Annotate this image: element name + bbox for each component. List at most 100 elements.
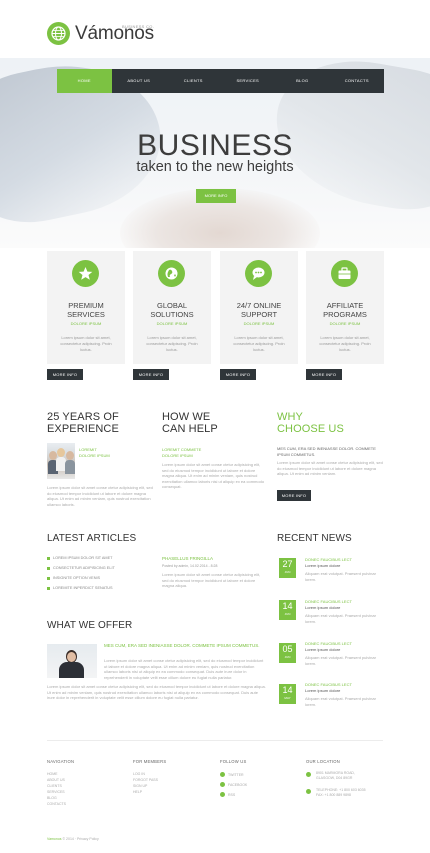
footer-social-link[interactable]: RSS [228, 793, 235, 797]
service-more-info-button[interactable]: MORE INFO [133, 369, 169, 380]
news-date-badge: 05 JUN [279, 643, 296, 663]
nav-item-home[interactable]: HOME [57, 69, 112, 93]
service-description: Lorem ipsum dolor sit amet, consectetur … [233, 335, 285, 352]
service-title: 24/7 ONLINE SUPPORT [236, 301, 282, 319]
article-post-meta: Posted by admin, 14.02.2014 - 8:28 [162, 564, 218, 568]
news-title[interactable]: DONEC FAUCIBUS LECT [305, 682, 352, 687]
team-photo [47, 443, 75, 479]
footer-link[interactable]: BLOG [47, 796, 57, 800]
news-lead: Lorem ipsum dolore [305, 688, 341, 693]
help-heading: HOW WE CAN HELP [162, 411, 218, 435]
main-nav: HOME ABOUT US CLIENTS SERVICES BLOG CONT… [57, 69, 384, 93]
globe-icon [158, 260, 185, 287]
twitter-icon[interactable] [220, 772, 225, 777]
hero-subtitle: taken to the new heights [136, 159, 294, 175]
footer-members-heading: FOR MEMBERS [133, 759, 167, 764]
news-lead: Lorem ipsum dolore [305, 647, 341, 652]
service-card-global: GLOBAL SOLUTIONS DOLORE IPSUM Lorem ipsu… [133, 251, 211, 364]
service-subtitle: DOLORE IPSUM [243, 321, 275, 326]
service-card-premium: PREMIUM SERVICES DOLORE IPSUM Lorem ipsu… [47, 251, 125, 364]
news-title[interactable]: DONEC FAUCIBUS LECT [305, 599, 352, 604]
news-date-badge: 14 JUN [279, 600, 296, 620]
service-title: GLOBAL SOLUTIONS [150, 301, 194, 319]
news-heading: RECENT NEWS [277, 533, 352, 544]
footer-link[interactable]: CLIENTS [47, 784, 62, 788]
footer-link[interactable]: HELP [133, 790, 142, 794]
hero-more-info-button[interactable]: MORE INFO [196, 189, 236, 203]
news-lead: Lorem ipsum dolore [305, 563, 341, 568]
footer-copyright: Vamonos © 2014 · Privacy Policy [47, 837, 99, 841]
why-heading: WHY CHOOSE US [277, 411, 344, 435]
footer-address: 8901 MARMORA ROAD, GLASGOW, D04 89GR [316, 771, 355, 780]
help-subtitle: LOREMIT COMMETE DOLORE IPSUM [162, 447, 202, 458]
nav-item-blog[interactable]: BLOG [275, 69, 330, 93]
phone-icon [306, 789, 311, 794]
news-description: Aliquam erat volutpat. Praesent pulvinar… [305, 655, 376, 666]
nav-item-about[interactable]: ABOUT US [112, 69, 167, 93]
logo-globe-icon[interactable] [47, 22, 70, 45]
footer-link[interactable]: ABOUT US [47, 778, 65, 782]
footer-social-link[interactable]: TWITTER [228, 773, 244, 777]
footer-phone: TELEPHONE: +1 800 603 6035 FAX: +1 800 8… [316, 788, 366, 797]
briefcase-icon [331, 260, 358, 287]
service-card-support: 24/7 ONLINE SUPPORT DOLORE IPSUM Lorem i… [220, 251, 298, 364]
news-description: Aliquam erat volutpat. Praesent pulvinar… [305, 613, 376, 624]
copyright-text: © 2014 · Privacy Policy [61, 837, 99, 841]
hero-title: BUSINESS [137, 129, 293, 162]
help-description: Lorem ipsum dolor sit amet conse ctetur … [162, 462, 265, 489]
article-list-item[interactable]: LOREM IPSUM DOLOR SIT AMET [47, 556, 112, 560]
footer-link[interactable]: SERVICES [47, 790, 65, 794]
news-description: Aliquam erat volutpat. Praesent pulvinar… [305, 571, 376, 582]
article-list-item[interactable]: CONSECTETUR ADIPISICING ELIT [47, 566, 115, 570]
article-post-description: Lorem ipsum dolor sit amet conse ctetur … [162, 572, 261, 588]
article-post-title[interactable]: PHASELLUS FRINGILLA [162, 556, 213, 561]
footer-location-heading: OUR LOCATION [306, 759, 340, 764]
why-subtitle: MES CUM, ERA SED INENIASSE DOLOR. COMMET… [277, 446, 376, 457]
footer-link[interactable]: CONTACTS [47, 802, 66, 806]
why-description: Lorem ipsum dolor sit amet conse ctetur … [277, 460, 383, 476]
news-title[interactable]: DONEC FAUCIBUS LECT [305, 557, 352, 562]
copyright-brand[interactable]: Vamonos [47, 837, 62, 841]
offer-heading: WHAT WE OFFER [47, 620, 133, 631]
map-pin-icon [306, 772, 311, 777]
service-title: AFFILIATE PROGRAMS [323, 301, 367, 319]
facebook-icon[interactable] [220, 782, 225, 787]
service-subtitle: DOLORE IPSUM [156, 321, 188, 326]
offer-description-top: Lorem ipsum dolor sit amet conse ctetur … [104, 658, 264, 680]
nav-item-clients[interactable]: CLIENTS [166, 69, 221, 93]
service-more-info-button[interactable]: MORE INFO [306, 369, 342, 380]
footer-link[interactable]: HOME [47, 772, 58, 776]
news-description: Aliquam erat volutpat. Praesent pulvinar… [305, 696, 376, 707]
experience-heading: 25 YEARS OF EXPERIENCE [47, 411, 119, 435]
footer-navigation-heading: NAVIGATION [47, 759, 75, 764]
news-date-badge: 14 MAY [279, 684, 296, 704]
star-icon [72, 260, 99, 287]
footer-link[interactable]: FORGOT PASS [133, 778, 158, 782]
offer-photo [47, 644, 97, 678]
article-list-item[interactable]: LOREMITE INPERDICT SENATUS [47, 586, 113, 590]
service-description: Lorem ipsum dolor sit amet, consectetur … [146, 335, 198, 352]
news-lead: Lorem ipsum dolore [305, 605, 341, 610]
footer-link[interactable]: SIGN UP [133, 784, 147, 788]
service-subtitle: DOLORE IPSUM [329, 321, 361, 326]
experience-subtitle: LOREMIT DOLORE IPSUM [79, 447, 110, 458]
why-more-info-button[interactable]: MORE INFO [277, 490, 311, 501]
footer-social-link[interactable]: FACEBOOK [228, 783, 247, 787]
logo-text[interactable]: Vámonos [75, 23, 154, 45]
service-description: Lorem ipsum dolor sit amet, consectetur … [60, 335, 112, 352]
footer-follow-heading: FOLLOW US [220, 759, 247, 764]
rss-icon[interactable] [220, 792, 225, 797]
nav-item-contacts[interactable]: CONTACTS [330, 69, 385, 93]
service-more-info-button[interactable]: MORE INFO [47, 369, 83, 380]
chat-icon [245, 260, 272, 287]
offer-subtitle: MES CUM, ERA SED INENIASSE DOLOR. COMMET… [104, 643, 260, 648]
news-title[interactable]: DONEC FAUCIBUS LECT [305, 641, 352, 646]
offer-description: Lorem ipsum dolor sit amet conse ctetur … [47, 684, 266, 700]
nav-item-services[interactable]: SERVICES [221, 69, 276, 93]
article-list-item[interactable]: INSIGNITE OPTION VENIS [47, 576, 100, 580]
service-description: Lorem ipsum dolor sit amet, consectetur … [319, 335, 371, 352]
service-subtitle: DOLORE IPSUM [70, 321, 102, 326]
footer-link[interactable]: LOG IN [133, 772, 145, 776]
service-more-info-button[interactable]: MORE INFO [220, 369, 256, 380]
footer-divider [47, 740, 383, 741]
